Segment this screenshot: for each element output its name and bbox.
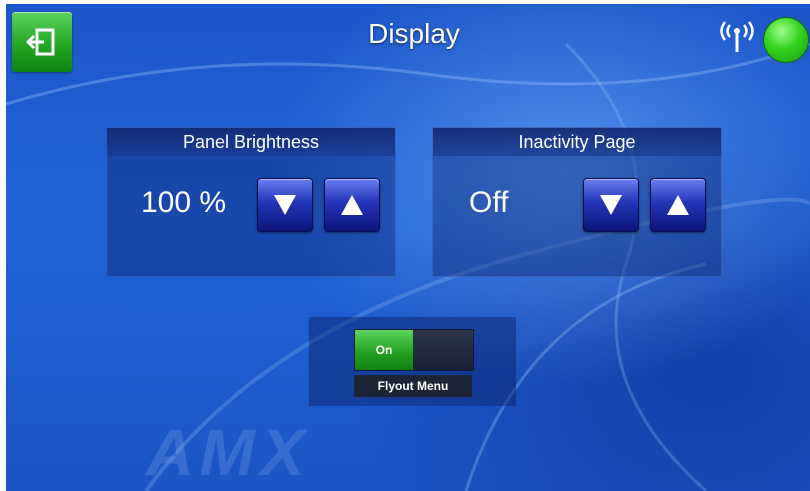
flyout-menu-toggle[interactable]: On — [354, 329, 474, 371]
arrow-down-icon — [274, 195, 296, 215]
amx-watermark-logo: AMX — [146, 415, 311, 489]
connection-status-indicator — [763, 17, 809, 63]
inactivity-page-value: Off — [469, 186, 509, 219]
arrow-down-icon — [600, 195, 622, 215]
panel-brightness-panel: Panel Brightness 100 % — [106, 127, 396, 277]
brightness-down-button[interactable] — [257, 178, 313, 232]
back-button[interactable] — [12, 12, 72, 72]
brightness-up-button[interactable] — [324, 178, 380, 232]
toggle-off-segment — [413, 330, 473, 370]
inactivity-up-button[interactable] — [650, 178, 706, 232]
toggle-on-label: On — [355, 330, 413, 370]
panel-brightness-title: Panel Brightness — [107, 128, 395, 156]
flyout-menu-label: Flyout Menu — [354, 375, 472, 397]
arrow-up-icon — [341, 195, 363, 215]
inactivity-down-button[interactable] — [583, 178, 639, 232]
page-title: Display — [368, 18, 460, 49]
panel-brightness-value: 100 % — [141, 186, 227, 219]
exit-door-icon — [25, 28, 55, 56]
display-screen: Display Panel Brightness 100 % Inactivit… — [6, 4, 810, 491]
flyout-menu-panel: On Flyout Menu — [309, 317, 516, 406]
inactivity-page-title: Inactivity Page — [433, 128, 721, 156]
wireless-signal-icon — [720, 21, 754, 52]
inactivity-page-panel: Inactivity Page Off — [432, 127, 722, 277]
arrow-up-icon — [667, 195, 689, 215]
